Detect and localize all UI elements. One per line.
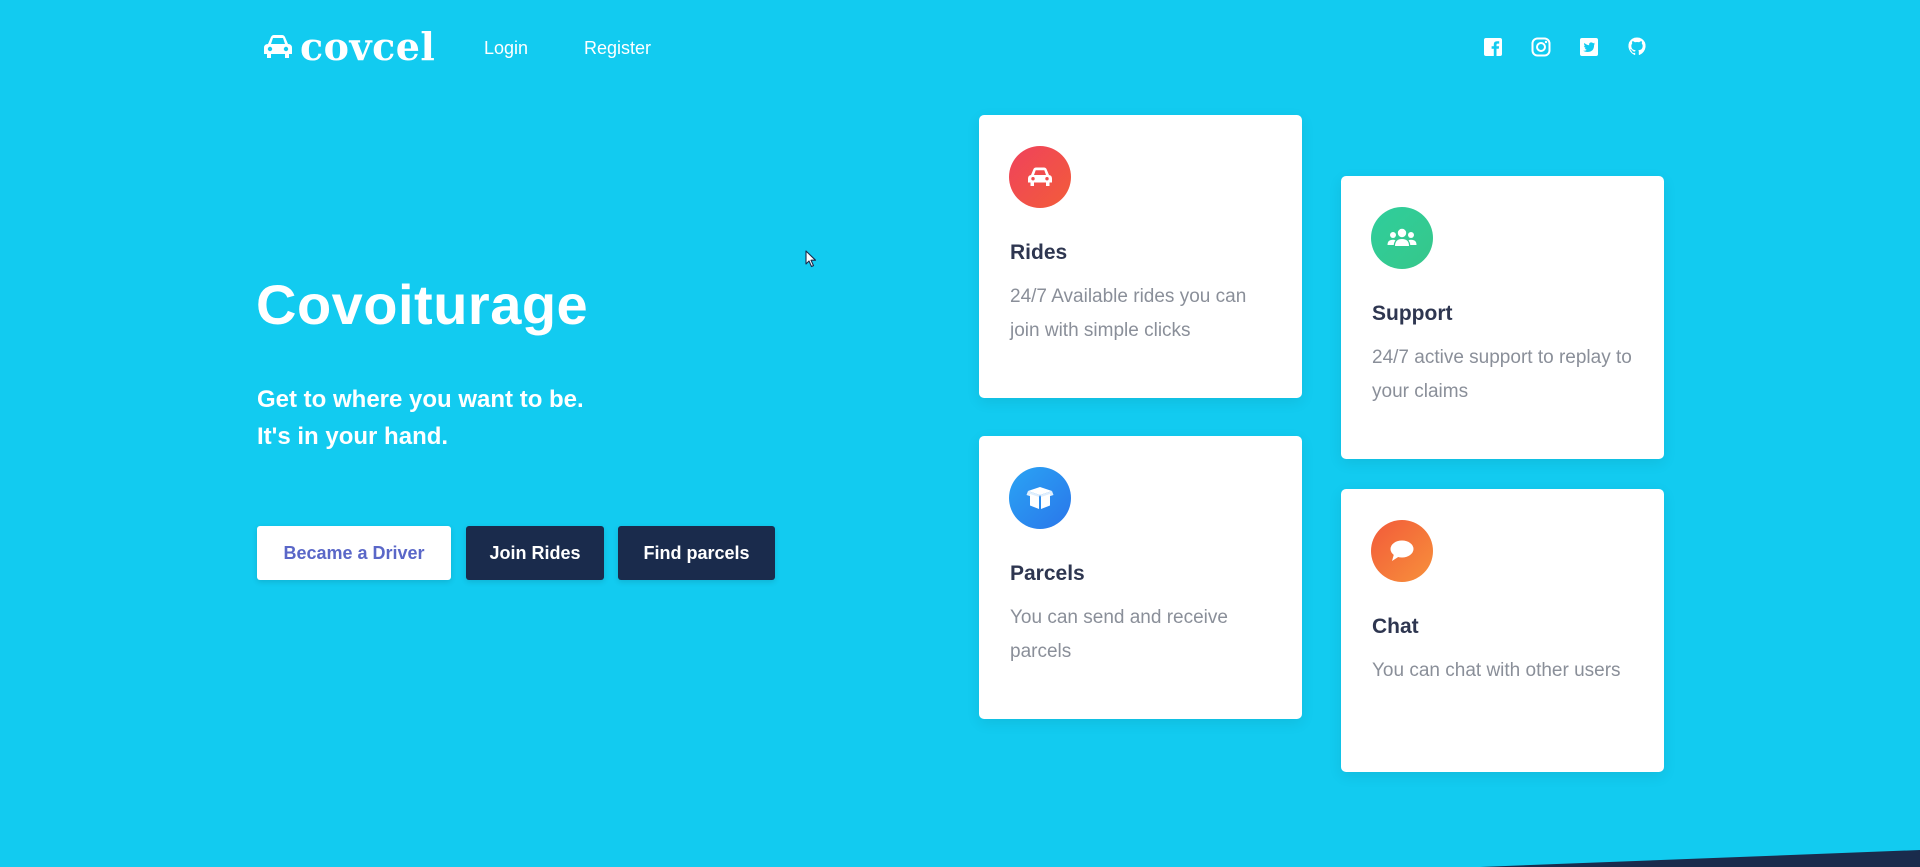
chat-bubble-icon xyxy=(1371,520,1433,582)
card-title: Rides xyxy=(1010,241,1068,264)
hero-subtitle-line-1: Get to where you want to be. xyxy=(257,386,584,413)
register-link[interactable]: Register xyxy=(584,38,651,59)
logo-text: covcel xyxy=(300,24,436,69)
twitter-icon[interactable] xyxy=(1578,36,1600,58)
users-icon xyxy=(1371,207,1433,269)
login-link[interactable]: Login xyxy=(484,38,528,59)
hero-title: Covoiturage xyxy=(256,273,589,336)
card-title: Support xyxy=(1372,302,1453,325)
card-description: You can send and receive parcels xyxy=(1010,607,1228,662)
car-logo-icon xyxy=(262,34,294,60)
card-description: 24/7 Available rides you can join with s… xyxy=(1010,286,1247,341)
join-rides-button[interactable]: Join Rides xyxy=(466,526,604,580)
facebook-icon[interactable] xyxy=(1482,36,1504,58)
card-rides: Rides 24/7 Available rides you can join … xyxy=(979,115,1302,398)
card-title: Parcels xyxy=(1010,562,1085,585)
card-parcels: Parcels You can send and receive parcels xyxy=(979,436,1302,719)
github-icon[interactable] xyxy=(1626,36,1648,58)
hero-subtitle-line-2: It's in your hand. xyxy=(257,423,449,450)
card-description: 24/7 active support to replay to your cl… xyxy=(1372,347,1632,402)
box-icon xyxy=(1009,467,1071,529)
card-description: You can chat with other users xyxy=(1372,660,1621,681)
hero-subtitle: Get to where you want to be. It's in you… xyxy=(257,381,584,455)
find-parcels-button[interactable]: Find parcels xyxy=(618,526,775,580)
mouse-cursor-icon xyxy=(805,250,817,273)
instagram-icon[interactable] xyxy=(1530,36,1552,58)
card-support: Support 24/7 active support to replay to… xyxy=(1341,176,1664,459)
landing-page: covcel Login Register Covoiturage Get to… xyxy=(0,0,1920,867)
logo[interactable]: covcel xyxy=(262,28,435,66)
became-driver-button[interactable]: Became a Driver xyxy=(257,526,451,580)
social-links xyxy=(1482,36,1648,58)
car-icon xyxy=(1009,146,1071,208)
card-chat: Chat You can chat with other users xyxy=(1341,489,1664,772)
card-title: Chat xyxy=(1372,615,1419,638)
